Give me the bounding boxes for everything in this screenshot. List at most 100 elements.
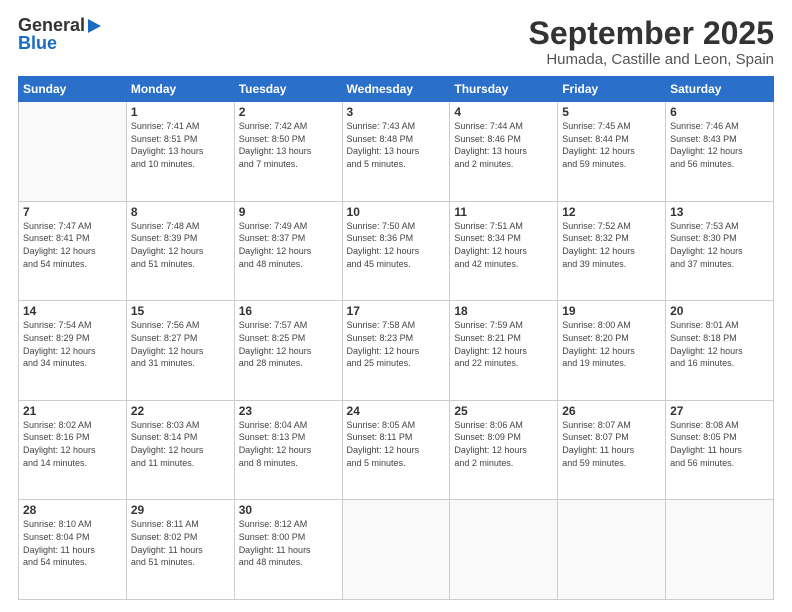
day-info-line: Sunrise: 7:52 AM — [562, 220, 661, 233]
col-tuesday: Tuesday — [234, 77, 342, 102]
day-info-line: and 54 minutes. — [23, 258, 122, 271]
day-info-line: Sunrise: 7:45 AM — [562, 120, 661, 133]
day-info-line: and 48 minutes. — [239, 258, 338, 271]
day-number: 5 — [562, 105, 661, 119]
day-info-line: Daylight: 12 hours — [131, 345, 230, 358]
day-info-line: and 39 minutes. — [562, 258, 661, 271]
day-number: 26 — [562, 404, 661, 418]
day-info-line: Daylight: 12 hours — [454, 345, 553, 358]
table-row — [19, 102, 127, 202]
table-row: 1Sunrise: 7:41 AMSunset: 8:51 PMDaylight… — [126, 102, 234, 202]
table-row: 13Sunrise: 7:53 AMSunset: 8:30 PMDayligh… — [666, 201, 774, 301]
day-info-line: Daylight: 13 hours — [239, 145, 338, 158]
day-info-line: Sunrise: 7:54 AM — [23, 319, 122, 332]
day-info-line: and 56 minutes. — [670, 457, 769, 470]
day-number: 17 — [347, 304, 446, 318]
day-info-line: Daylight: 12 hours — [239, 444, 338, 457]
day-info-line: and 10 minutes. — [131, 158, 230, 171]
day-info-line: Sunset: 8:50 PM — [239, 133, 338, 146]
calendar-table: Sunday Monday Tuesday Wednesday Thursday… — [18, 76, 774, 600]
day-info-line: Daylight: 12 hours — [454, 245, 553, 258]
day-info-line: Daylight: 12 hours — [131, 444, 230, 457]
day-info-line: Sunrise: 7:53 AM — [670, 220, 769, 233]
day-number: 29 — [131, 503, 230, 517]
day-info-line: Sunset: 8:16 PM — [23, 431, 122, 444]
day-info-line: Sunset: 8:34 PM — [454, 232, 553, 245]
day-info-line: Sunset: 8:04 PM — [23, 531, 122, 544]
day-info-line: Sunset: 8:51 PM — [131, 133, 230, 146]
day-info-line: Sunrise: 8:06 AM — [454, 419, 553, 432]
day-info-line: Sunset: 8:07 PM — [562, 431, 661, 444]
day-number: 14 — [23, 304, 122, 318]
day-number: 4 — [454, 105, 553, 119]
table-row: 30Sunrise: 8:12 AMSunset: 8:00 PMDayligh… — [234, 500, 342, 600]
day-info-line: Daylight: 12 hours — [670, 145, 769, 158]
title-block: September 2025 Humada, Castille and Leon… — [529, 16, 774, 68]
day-info-line: and 54 minutes. — [23, 556, 122, 569]
day-info-line: Sunrise: 8:00 AM — [562, 319, 661, 332]
table-row: 16Sunrise: 7:57 AMSunset: 8:25 PMDayligh… — [234, 301, 342, 401]
day-info-line: Sunset: 8:11 PM — [347, 431, 446, 444]
day-info-line: Sunrise: 8:10 AM — [23, 518, 122, 531]
table-row: 7Sunrise: 7:47 AMSunset: 8:41 PMDaylight… — [19, 201, 127, 301]
table-row: 11Sunrise: 7:51 AMSunset: 8:34 PMDayligh… — [450, 201, 558, 301]
day-info-line: Sunrise: 7:46 AM — [670, 120, 769, 133]
day-info-line: Sunrise: 7:58 AM — [347, 319, 446, 332]
calendar-week-row: 7Sunrise: 7:47 AMSunset: 8:41 PMDaylight… — [19, 201, 774, 301]
day-info-line: Sunrise: 7:41 AM — [131, 120, 230, 133]
table-row: 4Sunrise: 7:44 AMSunset: 8:46 PMDaylight… — [450, 102, 558, 202]
day-info-line: and 28 minutes. — [239, 357, 338, 370]
day-info-line: Daylight: 11 hours — [562, 444, 661, 457]
day-info-line: Sunrise: 7:44 AM — [454, 120, 553, 133]
day-info-line: Sunrise: 7:42 AM — [239, 120, 338, 133]
header: General Blue September 2025 Humada, Cast… — [18, 16, 774, 68]
day-info-line: and 2 minutes. — [454, 158, 553, 171]
table-row: 28Sunrise: 8:10 AMSunset: 8:04 PMDayligh… — [19, 500, 127, 600]
day-info-line: Sunrise: 8:04 AM — [239, 419, 338, 432]
table-row — [666, 500, 774, 600]
day-number: 7 — [23, 205, 122, 219]
day-info-line: Sunrise: 8:05 AM — [347, 419, 446, 432]
day-info-line: Daylight: 13 hours — [347, 145, 446, 158]
table-row: 24Sunrise: 8:05 AMSunset: 8:11 PMDayligh… — [342, 400, 450, 500]
col-friday: Friday — [558, 77, 666, 102]
day-info-line: and 56 minutes. — [670, 158, 769, 171]
table-row: 23Sunrise: 8:04 AMSunset: 8:13 PMDayligh… — [234, 400, 342, 500]
table-row — [450, 500, 558, 600]
day-info-line: and 8 minutes. — [239, 457, 338, 470]
table-row: 25Sunrise: 8:06 AMSunset: 8:09 PMDayligh… — [450, 400, 558, 500]
table-row: 14Sunrise: 7:54 AMSunset: 8:29 PMDayligh… — [19, 301, 127, 401]
day-info-line: Daylight: 11 hours — [23, 544, 122, 557]
day-number: 16 — [239, 304, 338, 318]
day-info-line: Sunset: 8:09 PM — [454, 431, 553, 444]
day-number: 8 — [131, 205, 230, 219]
day-info-line: and 51 minutes. — [131, 556, 230, 569]
day-info-line: Daylight: 12 hours — [562, 245, 661, 258]
day-info-line: Daylight: 12 hours — [239, 345, 338, 358]
day-number: 24 — [347, 404, 446, 418]
day-info-line: Daylight: 12 hours — [562, 345, 661, 358]
day-number: 28 — [23, 503, 122, 517]
table-row: 5Sunrise: 7:45 AMSunset: 8:44 PMDaylight… — [558, 102, 666, 202]
table-row: 20Sunrise: 8:01 AMSunset: 8:18 PMDayligh… — [666, 301, 774, 401]
day-info-line: Sunset: 8:30 PM — [670, 232, 769, 245]
day-info-line: Sunset: 8:25 PM — [239, 332, 338, 345]
day-info-line: Sunset: 8:37 PM — [239, 232, 338, 245]
day-info-line: Sunset: 8:29 PM — [23, 332, 122, 345]
day-info-line: Daylight: 12 hours — [23, 444, 122, 457]
calendar-week-row: 28Sunrise: 8:10 AMSunset: 8:04 PMDayligh… — [19, 500, 774, 600]
table-row — [558, 500, 666, 600]
table-row: 22Sunrise: 8:03 AMSunset: 8:14 PMDayligh… — [126, 400, 234, 500]
day-info-line: Sunset: 8:14 PM — [131, 431, 230, 444]
day-number: 1 — [131, 105, 230, 119]
month-title: September 2025 — [529, 16, 774, 51]
day-info-line: and 59 minutes. — [562, 158, 661, 171]
day-info-line: Sunrise: 7:48 AM — [131, 220, 230, 233]
day-info-line: Sunrise: 8:03 AM — [131, 419, 230, 432]
table-row: 12Sunrise: 7:52 AMSunset: 8:32 PMDayligh… — [558, 201, 666, 301]
day-number: 19 — [562, 304, 661, 318]
calendar-week-row: 21Sunrise: 8:02 AMSunset: 8:16 PMDayligh… — [19, 400, 774, 500]
day-info-line: Sunset: 8:20 PM — [562, 332, 661, 345]
day-info-line: Sunrise: 7:50 AM — [347, 220, 446, 233]
day-number: 25 — [454, 404, 553, 418]
